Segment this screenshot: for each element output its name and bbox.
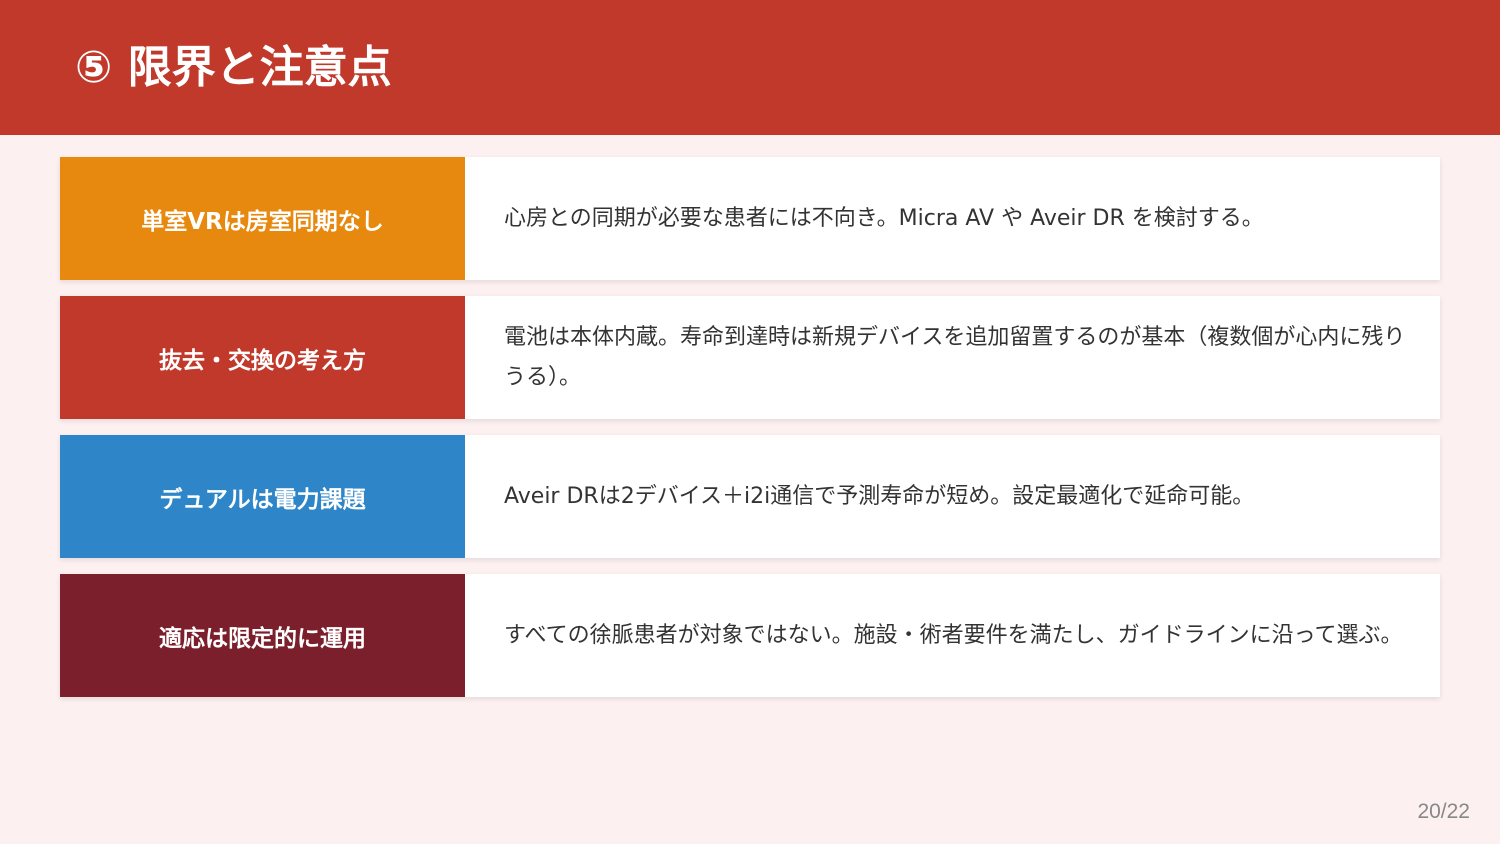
row-description: 電池は本体内蔵。寿命到達時は新規デバイスを追加留置するのが基本（複数個が心内に残… xyxy=(465,296,1440,419)
row-description: Aveir DRは2デバイス＋i2i通信で予測寿命が短め。設定最適化で延命可能。 xyxy=(465,435,1440,558)
header-bar: ⑤ 限界と注意点 xyxy=(0,0,1500,135)
row-label-vr-sync: 単室VRは房室同期なし xyxy=(60,157,465,280)
row-description-text: すべての徐脈患者が対象ではない。施設・術者要件を満たし、ガイドラインに沿って選ぶ… xyxy=(504,622,1403,648)
row-description-text: 電池は本体内蔵。寿命到達時は新規デバイスを追加留置するのが基本（複数個が心内に残… xyxy=(504,324,1406,390)
list-item: 単室VRは房室同期なし 心房との同期が必要な患者には不向き。Micra AV や… xyxy=(60,157,1440,280)
limitations-list: 単室VRは房室同期なし 心房との同期が必要な患者には不向き。Micra AV や… xyxy=(60,157,1440,713)
list-item: デュアルは電力課題 Aveir DRは2デバイス＋i2i通信で予測寿命が短め。設… xyxy=(60,435,1440,558)
list-item: 抜去・交換の考え方 電池は本体内蔵。寿命到達時は新規デバイスを追加留置するのが基… xyxy=(60,296,1440,419)
row-label-dual-power: デュアルは電力課題 xyxy=(60,435,465,558)
row-description: すべての徐脈患者が対象ではない。施設・術者要件を満たし、ガイドラインに沿って選ぶ… xyxy=(465,574,1440,697)
row-description-text: Aveir DRは2デバイス＋i2i通信で予測寿命が短め。設定最適化で延命可能。 xyxy=(504,483,1255,509)
page-title: ⑤ 限界と注意点 xyxy=(75,42,392,93)
row-label-extraction: 抜去・交換の考え方 xyxy=(60,296,465,419)
list-item: 適応は限定的に運用 すべての徐脈患者が対象ではない。施設・術者要件を満たし、ガイ… xyxy=(60,574,1440,697)
row-label-indication: 適応は限定的に運用 xyxy=(60,574,465,697)
row-description-text: 心房との同期が必要な患者には不向き。Micra AV や Aveir DR を検… xyxy=(504,205,1264,231)
page-number: 20/22 xyxy=(1417,800,1470,823)
row-description: 心房との同期が必要な患者には不向き。Micra AV や Aveir DR を検… xyxy=(465,157,1440,280)
